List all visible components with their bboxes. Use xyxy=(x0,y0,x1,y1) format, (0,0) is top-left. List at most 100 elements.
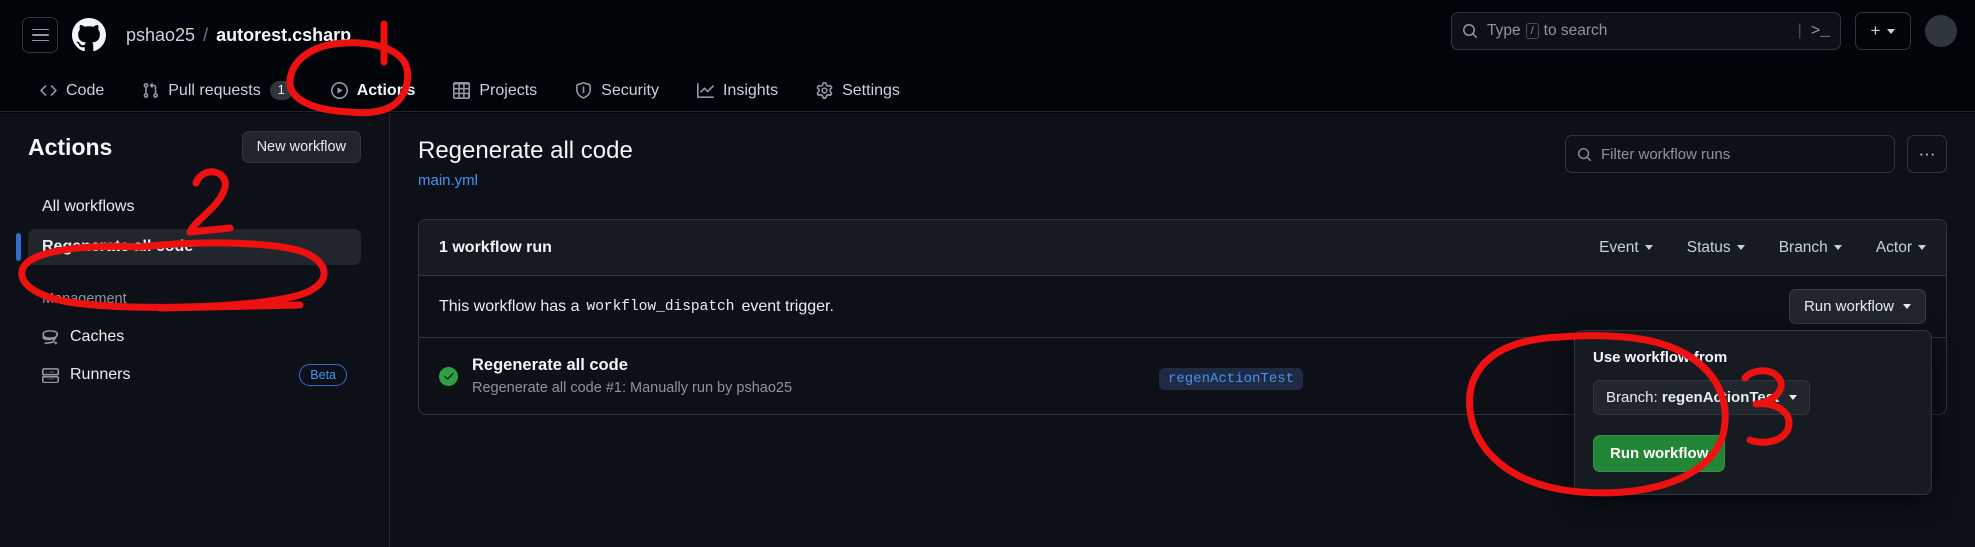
server-icon xyxy=(42,367,59,384)
graph-icon xyxy=(696,82,714,99)
main-content: Regenerate all code main.yml Filter work… xyxy=(390,113,1975,547)
branch-select-text: Branch: regenActionTest xyxy=(1606,389,1779,406)
search-icon xyxy=(1463,24,1477,38)
hamburger-icon[interactable] xyxy=(22,17,58,53)
workflow-run-count: 1 workflow run xyxy=(439,238,552,256)
nav-tab-insights[interactable]: Insights xyxy=(691,79,784,103)
sidebar-item-caches-label: Caches xyxy=(70,328,125,345)
filter-actor-label: Actor xyxy=(1875,238,1912,256)
search-icon xyxy=(1577,147,1592,161)
dispatch-event-code: workflow_dispatch xyxy=(586,298,735,315)
search-input[interactable]: Type / to search | >_ xyxy=(1451,12,1841,50)
repo-nav: Code Pull requests 1 Actions Projects Se… xyxy=(0,70,1975,112)
nav-tab-settings[interactable]: Settings xyxy=(810,79,906,103)
sidebar-item-caches[interactable]: Caches xyxy=(28,319,361,355)
filter-branch-label: Branch xyxy=(1778,238,1828,256)
branch-select-prefix: Branch: xyxy=(1606,389,1658,407)
nav-tab-projects-label: Projects xyxy=(479,81,538,99)
runners-beta-badge: Beta xyxy=(299,364,347,386)
run-workflow-panel: Use workflow from Branch: regenActionTes… xyxy=(1574,330,1932,496)
dispatch-suffix: event trigger. xyxy=(741,297,834,315)
workflow-runs-header: 1 workflow run Event Status Branch Actor xyxy=(419,220,1946,277)
pull-requests-counter: 1 xyxy=(269,81,293,100)
filter-workflow-runs-input[interactable]: Filter workflow runs xyxy=(1565,135,1895,173)
run-workflow-dropdown-button[interactable]: Run workflow xyxy=(1788,289,1926,325)
sidebar-group-management: Management xyxy=(42,291,127,307)
chevron-down-icon xyxy=(1887,28,1896,34)
play-circle-icon xyxy=(330,82,348,99)
chevron-down-icon xyxy=(1789,395,1798,401)
run-workflow-submit-button[interactable]: Run workflow xyxy=(1593,435,1726,473)
filter-event-label: Event xyxy=(1599,238,1639,256)
filter-status-label: Status xyxy=(1686,238,1731,256)
sidebar-item-regenerate-all-code[interactable]: Regenerate all code xyxy=(16,229,361,265)
breadcrumb-owner[interactable]: pshao25 xyxy=(126,25,195,46)
nav-tab-security[interactable]: Security xyxy=(569,79,665,103)
workflow-header-actions: Filter workflow runs ··· xyxy=(1565,135,1947,173)
terminal-icon[interactable]: >_ xyxy=(1811,22,1830,40)
github-logo-icon[interactable] xyxy=(72,16,110,54)
filter-actor[interactable]: Actor xyxy=(1876,239,1926,257)
run-workflow-panel-title: Use workflow from xyxy=(1593,349,1728,367)
nav-tab-actions-label: Actions xyxy=(356,81,416,99)
sidebar-header: Actions New workflow xyxy=(28,131,361,163)
create-new-button[interactable]: + xyxy=(1855,12,1911,50)
nav-tab-code-label: Code xyxy=(66,81,105,99)
run-filters: Event Status Branch Actor xyxy=(1599,239,1926,257)
filter-event[interactable]: Event xyxy=(1599,239,1653,257)
plus-icon: + xyxy=(1870,21,1881,40)
global-header: pshao25 / autorest.csharp Type / to sear… xyxy=(0,0,1975,70)
actions-sidebar: Actions New workflow All workflows Regen… xyxy=(0,113,390,547)
chevron-down-icon xyxy=(1644,245,1653,251)
search-placeholder-text: Type / to search xyxy=(1487,22,1789,40)
breadcrumb-repo[interactable]: autorest.csharp xyxy=(216,25,351,46)
nav-tab-security-label: Security xyxy=(601,81,659,99)
git-pull-request-icon xyxy=(142,82,159,99)
more-options-button[interactable]: ··· xyxy=(1907,135,1947,173)
new-workflow-button[interactable]: New workflow xyxy=(241,131,361,163)
cache-icon xyxy=(42,329,59,346)
filter-status[interactable]: Status xyxy=(1687,239,1745,257)
nav-tab-code[interactable]: Code xyxy=(34,79,110,103)
breadcrumb-separator: / xyxy=(203,24,209,45)
avatar[interactable] xyxy=(1925,15,1957,47)
nav-tab-projects[interactable]: Projects xyxy=(447,79,543,103)
github-actions-page: pshao25 / autorest.csharp Type / to sear… xyxy=(0,0,1975,547)
sidebar-item-runners-label: Runners xyxy=(70,366,131,383)
sidebar-item-all-workflows[interactable]: All workflows xyxy=(28,189,361,225)
nav-tab-insights-label: Insights xyxy=(722,81,779,99)
nav-tab-actions[interactable]: Actions xyxy=(325,79,422,103)
shield-icon xyxy=(575,82,592,99)
gear-icon xyxy=(816,82,833,99)
nav-tab-settings-label: Settings xyxy=(842,81,900,99)
chevron-down-icon xyxy=(1736,245,1745,251)
workflow-file-link[interactable]: main.yml xyxy=(418,172,633,189)
run-info: Regenerate all code Regenerate all code … xyxy=(472,356,792,396)
nav-tab-pull-requests-label: Pull requests xyxy=(168,81,261,99)
search-divider: | xyxy=(1797,22,1802,39)
sidebar-title: Actions xyxy=(28,133,113,160)
chevron-down-icon xyxy=(1903,304,1911,310)
workflow-runs-box: 1 workflow run Event Status Branch Actor… xyxy=(418,219,1947,496)
check-circle-icon xyxy=(439,366,458,386)
chevron-down-icon xyxy=(1833,245,1842,251)
workflow-title-block: Regenerate all code main.yml xyxy=(418,135,633,189)
run-meta: Regenerate all code #1: Manually run by … xyxy=(472,380,793,397)
branch-select-value: regenActionTest xyxy=(1661,389,1780,407)
dispatch-prefix: This workflow has a xyxy=(439,297,580,315)
filter-placeholder-text: Filter workflow runs xyxy=(1601,145,1731,163)
nav-tab-pull-requests[interactable]: Pull requests 1 xyxy=(136,78,298,103)
filter-branch[interactable]: Branch xyxy=(1779,239,1842,257)
table-icon xyxy=(453,82,471,99)
search-placeholder-prefix: Type xyxy=(1487,22,1521,39)
sidebar-item-runners[interactable]: Runners Beta xyxy=(28,355,361,395)
workflow-dispatch-row: This workflow has a workflow_dispatch ev… xyxy=(419,276,1946,496)
search-placeholder-suffix: to search xyxy=(1543,22,1608,39)
run-name[interactable]: Regenerate all code xyxy=(472,356,792,375)
breadcrumb: pshao25 / autorest.csharp xyxy=(126,25,351,46)
chevron-down-icon xyxy=(1918,245,1926,251)
run-branch-tag[interactable]: regenActionTest xyxy=(1159,368,1304,391)
search-slash-key: / xyxy=(1525,23,1539,39)
header-actions: Type / to search | >_ + xyxy=(1451,12,1957,50)
branch-select[interactable]: Branch: regenActionTest xyxy=(1593,380,1811,416)
